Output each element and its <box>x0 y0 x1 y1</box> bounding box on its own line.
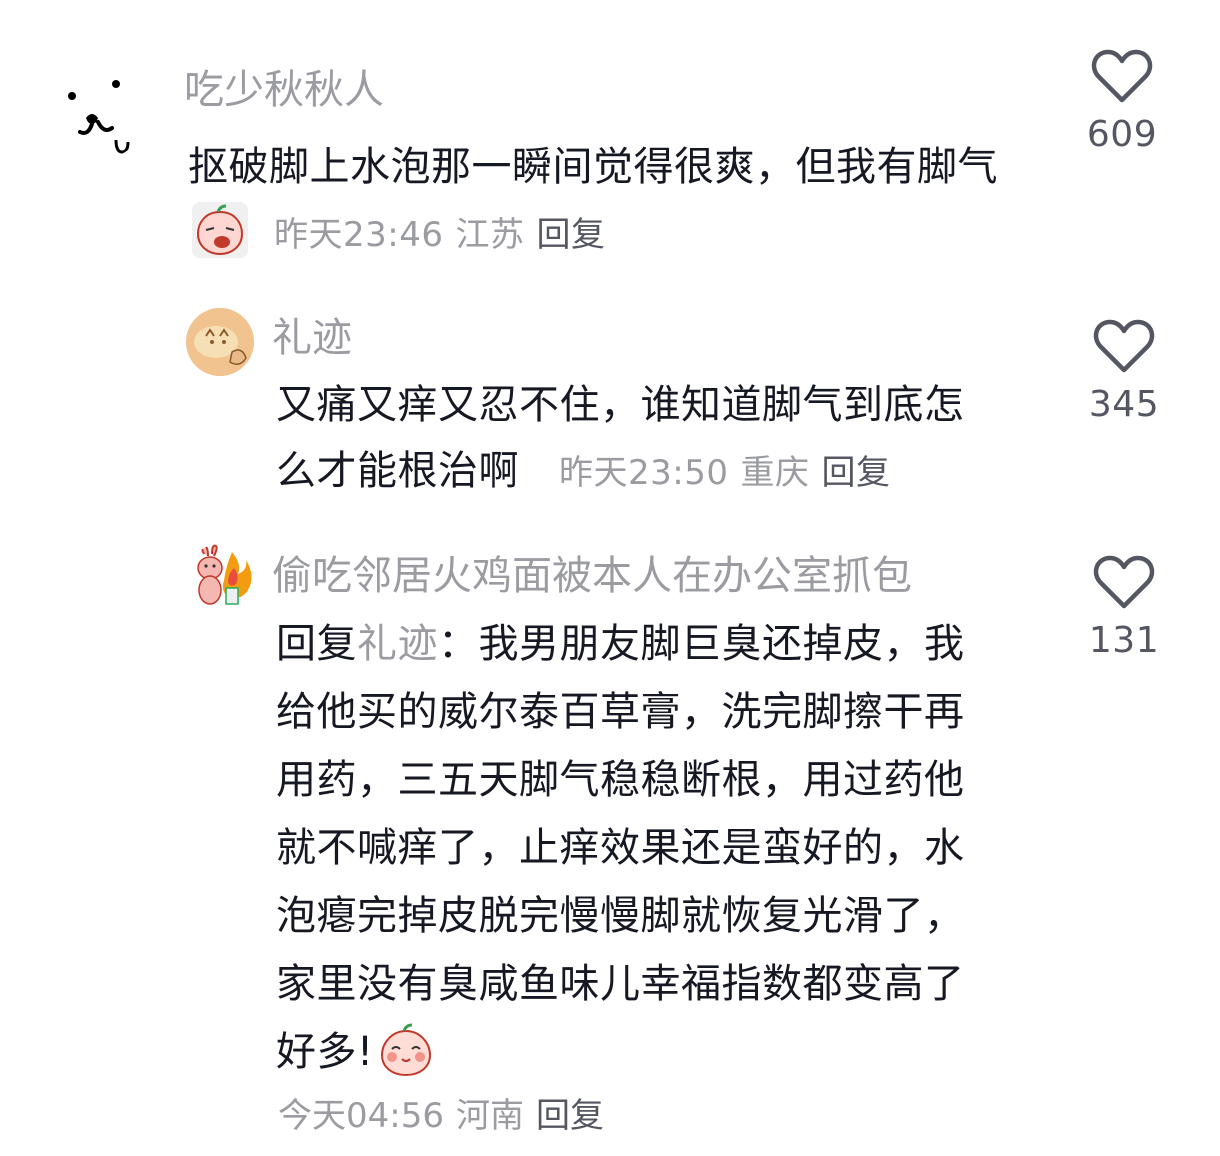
like-button[interactable]: 131 <box>1084 554 1164 661</box>
comment-text: 我男朋友脚巨臭还掉皮，我给他买的威尔泰百草膏，洗完脚擦干再用药，三五天脚气稳稳断… <box>276 621 965 1075</box>
avatar[interactable] <box>48 60 148 160</box>
reply-button[interactable]: 回复 <box>536 1096 604 1136</box>
crying-peach-emoji <box>192 202 248 258</box>
heart-outline-icon <box>1093 319 1155 373</box>
like-count: 131 <box>1088 620 1160 661</box>
reply-colon: ： <box>438 621 479 667</box>
like-button[interactable]: 609 <box>1082 48 1162 155</box>
comment-time: 昨天23:50 <box>559 453 729 493</box>
comment-location: 江苏 <box>455 215 525 255</box>
comment-location: 河南 <box>455 1096 524 1136</box>
heart-outline-icon <box>1093 555 1155 609</box>
comment-username[interactable]: 偷吃邻居火鸡面被本人在办公室抓包 <box>272 556 912 596</box>
bunny-fire-avatar-icon <box>197 544 252 605</box>
reply-prefix: 回复 <box>276 621 357 667</box>
comment-meta: 昨天23:50 重庆 回复 <box>559 453 890 493</box>
comment-meta: 今天04:56 河南 回复 <box>278 1088 604 1137</box>
comment-location: 重庆 <box>740 453 810 493</box>
avatar[interactable] <box>186 308 254 376</box>
comment-username[interactable]: 吃少秋秋人 <box>184 70 384 110</box>
dog-face-avatar-icon <box>68 80 130 154</box>
comment-text-block: 又痛又痒又忍不住，谁知道脚气到底怎么才能根治啊 昨天23:50 重庆 回复 <box>276 372 998 506</box>
like-count: 345 <box>1088 384 1160 425</box>
blushing-peach-emoji <box>380 1023 431 1077</box>
cat-pancake-avatar-icon <box>186 308 254 376</box>
comment-time: 昨天23:46 <box>274 215 444 255</box>
like-button[interactable]: 345 <box>1084 318 1164 425</box>
avatar[interactable] <box>186 544 254 612</box>
reply-button[interactable]: 回复 <box>821 453 890 493</box>
comment-text: 抠破脚上水泡那一瞬间觉得很爽，但我有脚气 <box>188 144 998 190</box>
comment-text-block: 抠破脚上水泡那一瞬间觉得很爽，但我有脚气昨天23:46 江苏 回复 <box>188 134 998 268</box>
like-count: 609 <box>1086 114 1158 155</box>
comment-meta: 昨天23:46 江苏 回复 <box>274 215 605 255</box>
reply-button[interactable]: 回复 <box>536 215 605 255</box>
comment-username[interactable]: 礼迹 <box>272 318 352 358</box>
heart-outline-icon <box>1091 49 1153 103</box>
comment-list: 吃少秋秋人 抠破脚上水泡那一瞬间觉得很爽，但我有脚气昨天23:46 江苏 回复 60… <box>0 0 1220 1156</box>
reply-mention[interactable]: 礼迹 <box>357 621 438 667</box>
comment-time: 今天04:56 <box>278 1096 444 1136</box>
comment-text-block: 回复礼迹：我男朋友脚巨臭还掉皮，我给他买的威尔泰百草膏，洗完脚擦干再用药，三五天… <box>276 610 998 1086</box>
